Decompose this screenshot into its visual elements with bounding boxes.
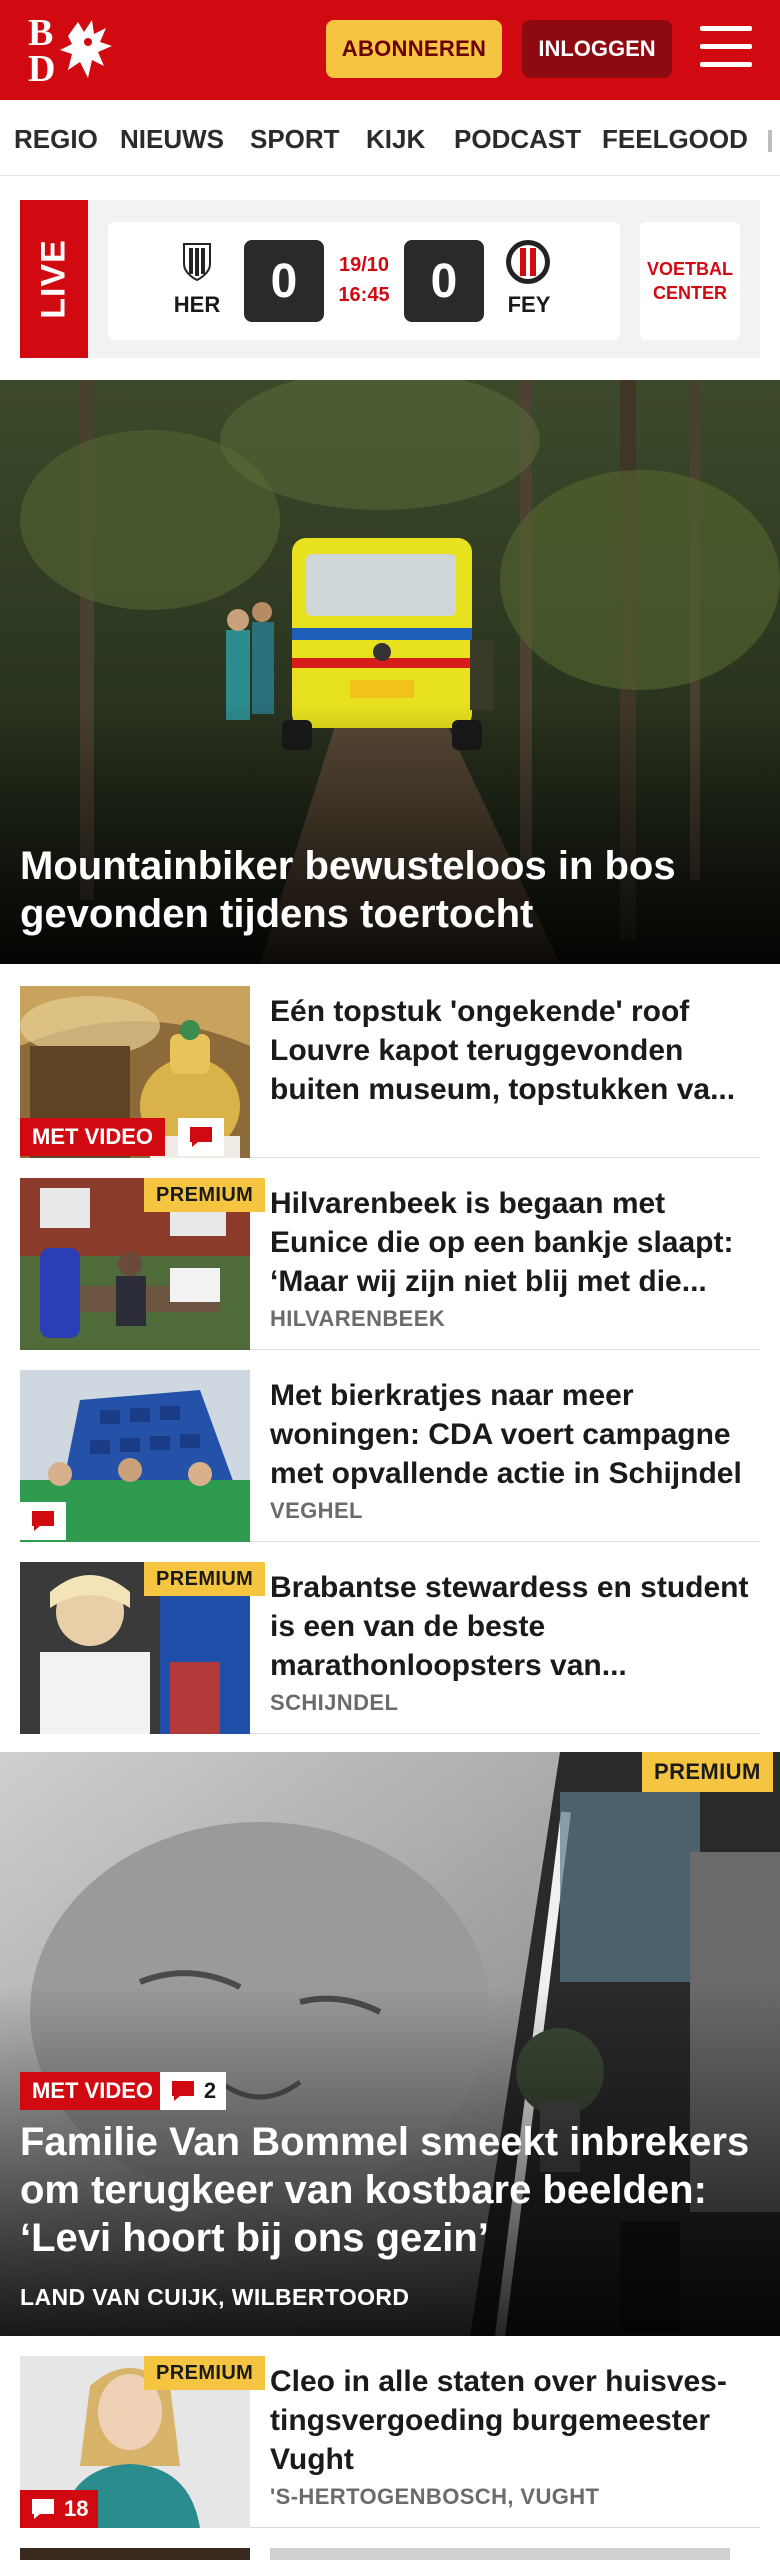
live-scoreboard: LIVE HER 0 19/10 16:45 0 FEY VOETBAL CEN…: [20, 200, 760, 358]
voetbal-center-button[interactable]: VOETBAL CENTER: [640, 222, 740, 340]
article-location: 'S-HERTOGENBOSCH, VUGHT: [270, 2484, 600, 2509]
article-item[interactable]: Met bierkratjes naar meer woningen: CDA …: [20, 1370, 760, 1542]
kickoff-time: 19/10 16:45: [326, 250, 402, 310]
feyenoord-crest-icon: [506, 240, 550, 284]
article-location: HILVARENBEEK: [270, 1306, 446, 1331]
match-card[interactable]: HER 0 19/10 16:45 0 FEY: [108, 222, 620, 340]
home-team-abbr: HER: [173, 292, 221, 317]
premium-badge: PREMIUM: [144, 1178, 266, 1212]
nav-more-indicator: [768, 130, 772, 152]
met-video-badge: MET VIDEO: [20, 2072, 166, 2110]
nav-item-podcast[interactable]: PODCAST: [454, 124, 581, 155]
featured-article-title[interactable]: Familie Van Bommel smeekt inbrekers om t…: [20, 2118, 770, 2262]
comment-icon: [32, 1511, 54, 1531]
dragon-icon: [60, 20, 112, 78]
comment-badge: [178, 1118, 224, 1156]
hero-title[interactable]: Mountainbiker bewusteloos in bos gevonde…: [20, 842, 760, 938]
nav-item-sport[interactable]: SPORT: [250, 124, 340, 155]
nav-item-kijk[interactable]: KIJK: [366, 124, 425, 155]
featured-premium-article[interactable]: PREMIUM MET VIDEO 2 Familie Van Bommel s…: [0, 1752, 780, 2336]
match-date: 19/10: [338, 254, 390, 276]
featured-article-location: LAND VAN CUIJK, WILBERTOORD: [20, 2284, 410, 2310]
away-score: 0: [404, 240, 484, 322]
next-article-title-peek: [270, 2548, 730, 2560]
logo-letter-d: D: [28, 48, 56, 90]
match-time: 16:45: [338, 284, 390, 306]
article-title[interactable]: Cleo in alle staten over huisves­tingsve…: [270, 2362, 760, 2479]
nav-item-regio[interactable]: REGIO: [14, 124, 98, 155]
top-bar: B D ABONNEREN INLOGGEN: [0, 0, 780, 100]
premium-badge: PREMIUM: [144, 1562, 266, 1596]
comment-count: 18: [64, 2496, 89, 2521]
premium-badge: PREMIUM: [144, 2356, 266, 2390]
article-item[interactable]: MET VIDEO Eén topstuk 'ongekende' roof L…: [20, 986, 760, 1158]
article-title[interactable]: Hilvarenbeek is begaan met Eunice die op…: [270, 1184, 760, 1301]
nav-item-feelgood[interactable]: FEELGOOD: [602, 124, 748, 155]
article-item[interactable]: PREMIUM Hilvarenbeek is begaan met Eunic…: [20, 1178, 760, 1350]
hamburger-menu-icon[interactable]: [700, 26, 752, 70]
comment-badge: [20, 1502, 66, 1540]
comment-icon: [32, 2499, 54, 2519]
login-button[interactable]: INLOGGEN: [522, 20, 672, 78]
subscribe-button[interactable]: ABONNEREN: [326, 20, 502, 78]
article-title[interactable]: Brabantse stewardess en student is een v…: [270, 1568, 760, 1685]
hero-article[interactable]: Mountainbiker bewusteloos in bos gevonde…: [0, 380, 780, 964]
premium-badge: PREMIUM: [642, 1752, 773, 1792]
section-nav: REGIO NIEUWS SPORT KIJK PODCAST FEELGOOD: [0, 100, 780, 176]
article-title[interactable]: Met bierkratjes naar meer woningen: CDA …: [270, 1376, 760, 1493]
away-team-abbr: FEY: [507, 292, 551, 317]
comment-badge: 18: [20, 2490, 99, 2528]
article-item[interactable]: PREMIUM 18 Cleo in alle staten over huis…: [20, 2356, 760, 2528]
home-score: 0: [244, 240, 324, 322]
article-title[interactable]: Eén topstuk 'ongekende' roof Louvre kapo…: [270, 992, 760, 1109]
nav-item-nieuws[interactable]: NIEUWS: [120, 124, 224, 155]
article-item[interactable]: PREMIUM Brabantse stewardess en student …: [20, 1562, 760, 1734]
live-tag: LIVE: [20, 200, 88, 358]
live-label: LIVE: [34, 239, 73, 319]
logo-letter-b: B: [28, 12, 54, 54]
article-location: SCHIJNDEL: [270, 1690, 399, 1715]
comment-badge: 2: [160, 2072, 226, 2110]
bd-logo[interactable]: B D: [22, 12, 114, 90]
comment-icon: [190, 1127, 212, 1147]
article-location: VEGHEL: [270, 1498, 363, 1523]
comment-icon: [171, 2081, 194, 2101]
comment-count: 2: [203, 2078, 217, 2103]
next-article-thumbnail-peek: [20, 2548, 250, 2560]
heracles-crest-icon: [183, 243, 211, 282]
met-video-badge: MET VIDEO: [20, 1118, 166, 1156]
